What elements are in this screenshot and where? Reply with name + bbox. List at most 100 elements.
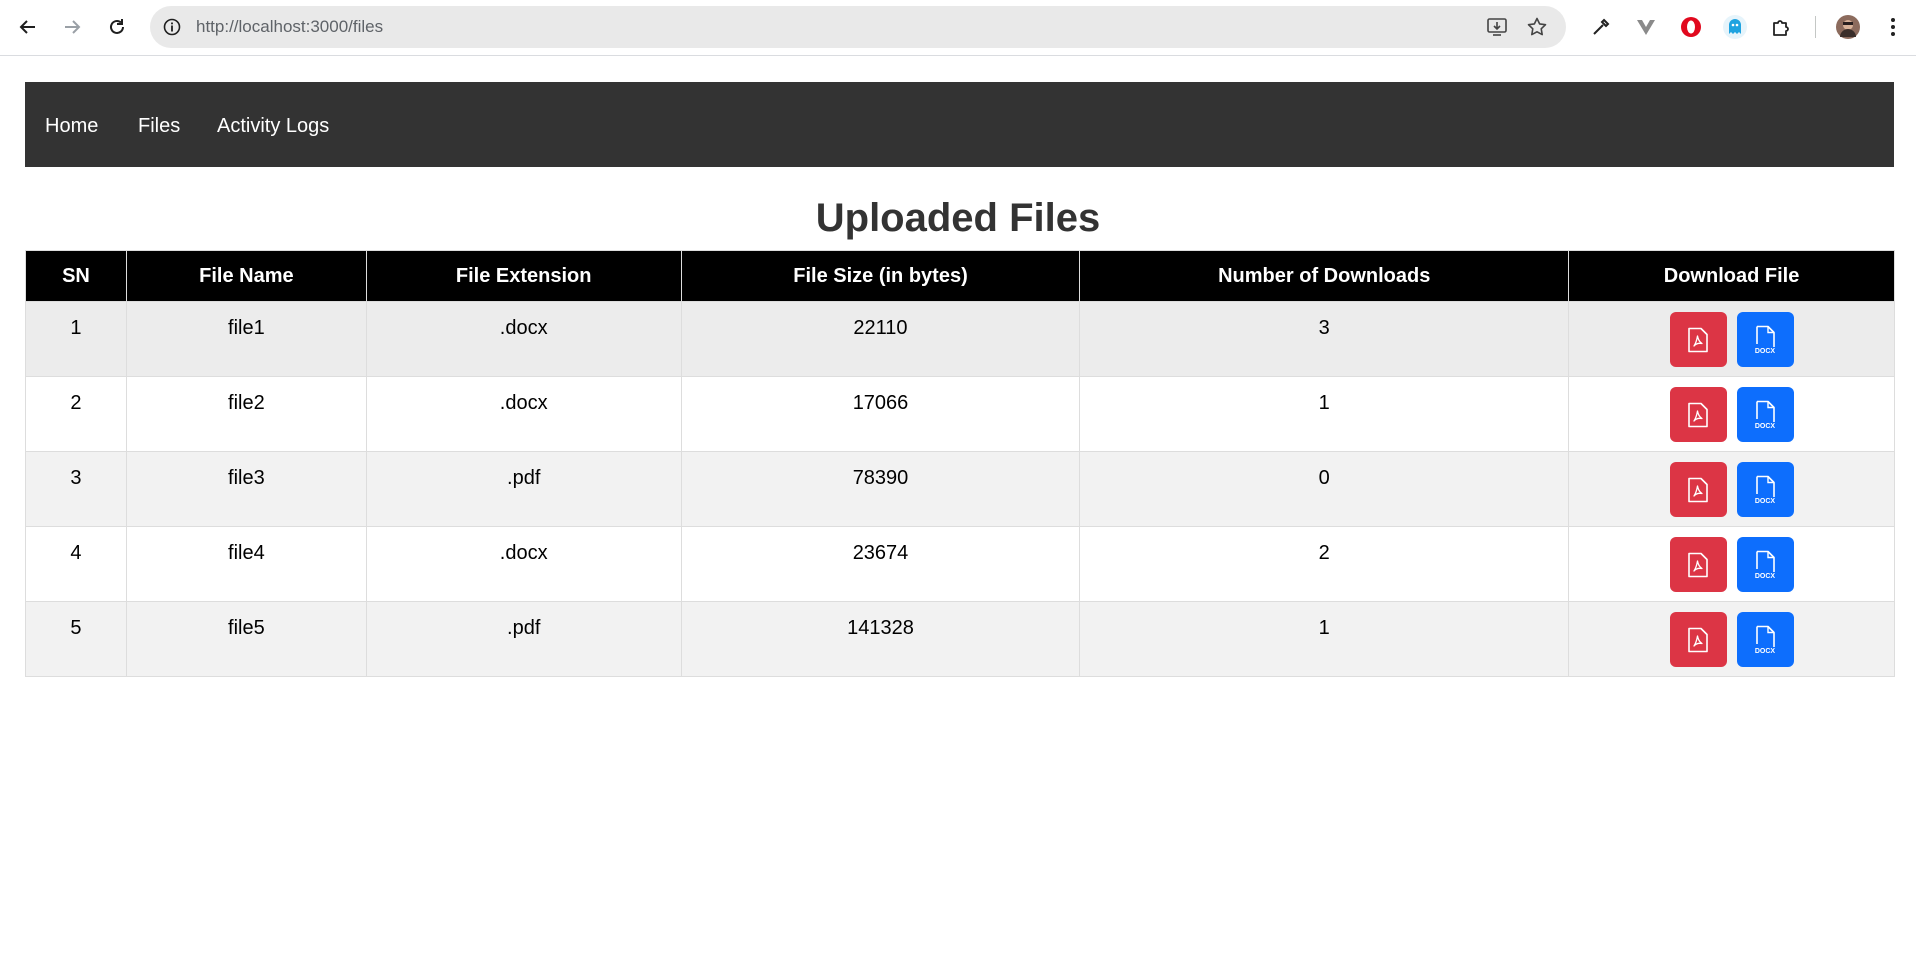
install-app-icon[interactable] [1486, 16, 1508, 38]
profile-avatar[interactable] [1834, 13, 1862, 41]
file-pdf-icon [1688, 402, 1708, 427]
file-docx-icon: DOCX [1755, 325, 1776, 355]
extensions-puzzle-icon[interactable] [1767, 13, 1795, 41]
download-pdf-button[interactable] [1669, 537, 1727, 592]
browser-menu-button[interactable] [1879, 13, 1907, 41]
cell-download-file: DOCX [1568, 526, 1895, 602]
cell-file-size: 22110 [680, 301, 1081, 377]
sn-text: 5 [70, 617, 82, 639]
file-name-text: file5 [228, 617, 265, 639]
cell-download-file: DOCX [1568, 376, 1895, 452]
cell-file-name: file4 [125, 526, 367, 602]
file-name-text: file2 [228, 392, 265, 414]
column-header-file-size: File Size (in bytes) [680, 250, 1081, 302]
arrow-right-icon [65, 20, 81, 34]
files-table: SN File Name File Extension File Size (i… [25, 250, 1895, 677]
file-size-text: 141328 [847, 617, 914, 639]
opera-extension-icon[interactable] [1677, 13, 1705, 41]
reload-button[interactable] [102, 12, 132, 42]
docx-icon-label: DOCX [1755, 348, 1776, 355]
url-text[interactable]: http://localhost:3000/files [196, 6, 383, 48]
cell-downloads: 2 [1079, 526, 1570, 602]
cell-file-size: 23674 [680, 526, 1081, 602]
download-docx-button[interactable]: DOCX [1736, 387, 1794, 442]
cell-file-size: 17066 [680, 376, 1081, 452]
sn-text: 4 [70, 542, 82, 564]
file-size-text: 78390 [852, 467, 909, 489]
file-extension-text: .pdf [507, 617, 541, 639]
column-header-sn: SN [25, 250, 127, 302]
cell-file-size: 141328 [680, 601, 1081, 677]
sn-text: 2 [70, 392, 82, 414]
cell-downloads: 3 [1079, 301, 1570, 377]
cell-file-extension: .docx [365, 301, 682, 377]
file-name-text: file4 [228, 542, 265, 564]
download-docx-button[interactable]: DOCX [1736, 462, 1794, 517]
vue-devtools-extension-icon[interactable] [1632, 13, 1660, 41]
download-pdf-button[interactable] [1669, 462, 1727, 517]
sn-text: 3 [70, 467, 82, 489]
file-name-text: file3 [228, 467, 265, 489]
cell-sn: 2 [25, 376, 127, 452]
column-header-file-name: File Name [125, 250, 367, 302]
table-row: 1 file1 .docx 22110 3 DOCX [25, 301, 1895, 377]
ghost-extension-icon[interactable] [1721, 13, 1749, 41]
cell-sn: 3 [25, 451, 127, 527]
cell-download-file: DOCX [1568, 301, 1895, 377]
download-docx-button[interactable]: DOCX [1736, 612, 1794, 667]
file-docx-icon: DOCX [1755, 475, 1775, 505]
eyedropper-extension-icon[interactable] [1587, 13, 1615, 41]
site-info-icon[interactable] [162, 17, 182, 37]
file-size-text: 22110 [853, 317, 908, 339]
file-size-text: 17066 [852, 392, 909, 414]
file-pdf-icon [1688, 627, 1708, 652]
downloads-text: 1 [1318, 392, 1330, 414]
page-title: Uploaded Files [815, 196, 1101, 240]
main-navbar: Home Files Activity Logs [25, 82, 1894, 167]
table-row: 5 file5 .pdf 141328 1 DOCX [25, 601, 1895, 677]
sn-text: 1 [70, 317, 82, 339]
downloads-text: 1 [1318, 617, 1330, 639]
address-bar[interactable]: http://localhost:3000/files [150, 6, 1566, 48]
download-docx-button[interactable]: DOCX [1736, 312, 1794, 367]
file-docx-icon: DOCX [1755, 550, 1775, 580]
column-header-file-extension: File Extension [365, 250, 682, 302]
arrow-left-icon [19, 20, 35, 34]
cell-file-name: file3 [125, 451, 367, 527]
downloads-text: 3 [1318, 317, 1330, 339]
file-extension-text: .docx [499, 542, 548, 564]
nav-link-activity-logs[interactable]: Activity Logs [217, 82, 329, 170]
bookmark-star-icon[interactable] [1526, 16, 1548, 38]
cell-file-extension: .docx [365, 526, 682, 602]
file-docx-icon: DOCX [1755, 400, 1775, 430]
file-extension-text: .docx [499, 392, 548, 414]
docx-icon-label: DOCX [1755, 648, 1776, 655]
file-pdf-icon [1688, 327, 1708, 352]
column-header-download-file: Download File [1568, 250, 1895, 302]
download-pdf-button[interactable] [1669, 387, 1727, 442]
table-row: 4 file4 .docx 23674 2 DOCX [25, 526, 1895, 602]
file-extension-text: .pdf [507, 467, 541, 489]
file-docx-icon: DOCX [1755, 625, 1776, 655]
download-pdf-button[interactable] [1669, 612, 1727, 667]
download-pdf-button[interactable] [1669, 312, 1727, 367]
file-size-text: 23674 [852, 542, 909, 564]
nav-link-files[interactable]: Files [138, 82, 180, 170]
cell-file-extension: .docx [365, 376, 682, 452]
cell-file-name: file5 [125, 601, 367, 677]
cell-file-name: file1 [125, 301, 367, 377]
cell-download-file: DOCX [1568, 601, 1895, 677]
toolbar-divider [1815, 16, 1816, 38]
cell-downloads: 0 [1079, 451, 1570, 527]
column-header-downloads: Number of Downloads [1079, 250, 1570, 302]
browser-toolbar: http://localhost:3000/files [0, 0, 1916, 56]
download-docx-button[interactable]: DOCX [1736, 537, 1794, 592]
downloads-text: 2 [1318, 542, 1330, 564]
cell-file-size: 78390 [680, 451, 1081, 527]
forward-button[interactable] [57, 12, 87, 42]
back-button[interactable] [13, 12, 43, 42]
nav-link-home[interactable]: Home [45, 82, 98, 170]
table-header-row: SN File Name File Extension File Size (i… [25, 250, 1895, 302]
cell-sn: 1 [25, 301, 127, 377]
file-pdf-icon [1688, 477, 1708, 502]
